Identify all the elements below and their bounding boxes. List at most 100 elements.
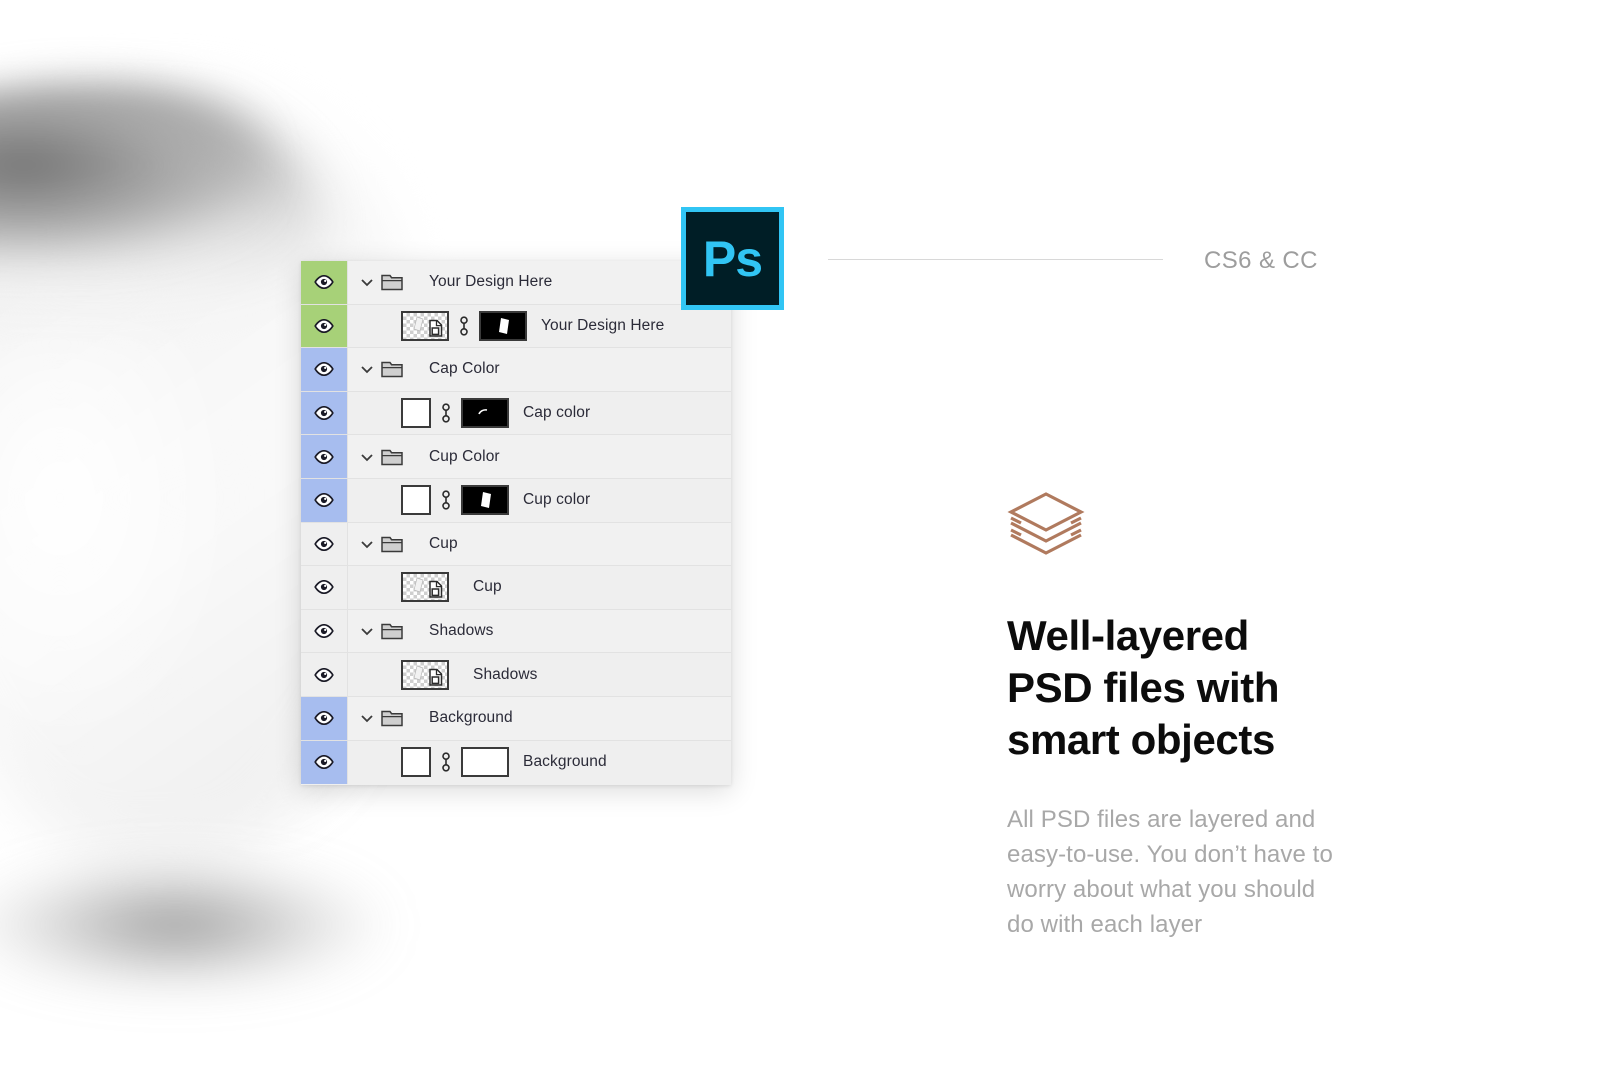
layer-name-label: Cup Color bbox=[429, 447, 500, 465]
layer-color-swatch[interactable] bbox=[401, 485, 431, 516]
layer-visibility-toggle[interactable] bbox=[301, 348, 348, 391]
smart-object-badge-icon bbox=[429, 668, 443, 686]
layer-row[interactable]: Shadows bbox=[301, 653, 731, 697]
layer-visibility-toggle[interactable] bbox=[301, 391, 348, 435]
eye-visibility-icon[interactable] bbox=[314, 493, 334, 508]
layer-mask-thumbnail[interactable] bbox=[461, 485, 509, 516]
layer-visibility-toggle[interactable] bbox=[301, 304, 348, 348]
layer-row[interactable]: Cup bbox=[301, 522, 731, 567]
link-mask-icon[interactable] bbox=[457, 315, 471, 337]
layer-row-content: Shadows bbox=[348, 610, 731, 653]
layer-row[interactable]: Background bbox=[301, 740, 731, 785]
mask-thumbnail-shape bbox=[499, 317, 509, 334]
layer-name-label: Shadows bbox=[429, 622, 494, 640]
folder-icon bbox=[381, 710, 403, 727]
layer-name-label: Cap color bbox=[523, 404, 591, 422]
folder-icon bbox=[381, 449, 403, 465]
link-mask-icon[interactable] bbox=[439, 489, 453, 511]
layer-thumbnail[interactable] bbox=[401, 310, 449, 341]
layer-name-label: Your Design Here bbox=[541, 316, 665, 334]
layer-row-content: Cup bbox=[348, 523, 731, 566]
layer-thumbnail[interactable] bbox=[401, 659, 449, 690]
layer-row[interactable]: Cap color bbox=[301, 391, 731, 436]
eye-visibility-icon[interactable] bbox=[314, 755, 334, 770]
layer-visibility-toggle[interactable] bbox=[301, 696, 348, 740]
layer-row-content: Your Design Here bbox=[348, 261, 731, 304]
mask-thumbnail-shape bbox=[481, 492, 491, 509]
eye-visibility-icon[interactable] bbox=[314, 275, 334, 290]
eye-visibility-icon[interactable] bbox=[314, 406, 334, 421]
eye-visibility-icon[interactable] bbox=[314, 667, 334, 682]
layer-row-content: Cup bbox=[348, 566, 731, 609]
photoshop-abbr-label: Ps bbox=[702, 230, 763, 287]
folder-icon bbox=[381, 623, 403, 640]
layer-name-label: Cup color bbox=[523, 491, 591, 509]
slide-canvas: Your Design Here Your Design Here Cap Co… bbox=[0, 0, 1600, 1067]
layer-name-label: Cup bbox=[473, 578, 502, 596]
layer-row-content: Cup Color bbox=[348, 435, 731, 478]
layers-stack-icon bbox=[1007, 492, 1085, 555]
cup-ground-shadow bbox=[0, 860, 390, 990]
layer-row[interactable]: Your Design Here bbox=[301, 304, 731, 349]
layer-visibility-toggle[interactable] bbox=[301, 566, 348, 609]
layer-row-content: Cup color bbox=[348, 479, 731, 522]
photoshop-icon: Ps bbox=[681, 207, 784, 310]
layer-row-content: Cap Color bbox=[348, 348, 731, 391]
cup-rim-inner-shadow bbox=[0, 105, 260, 255]
layer-visibility-toggle[interactable] bbox=[301, 740, 348, 785]
photoshop-layers-panel[interactable]: Your Design Here Your Design Here Cap Co… bbox=[301, 261, 731, 785]
chevron-down-icon[interactable] bbox=[359, 536, 375, 552]
folder-icon bbox=[381, 275, 403, 291]
layer-visibility-toggle[interactable] bbox=[301, 653, 348, 696]
layer-name-label: Shadows bbox=[473, 665, 538, 683]
layer-name-label: Your Design Here bbox=[429, 273, 553, 291]
chevron-down-icon[interactable] bbox=[359, 710, 375, 726]
eye-visibility-icon[interactable] bbox=[314, 580, 334, 595]
layer-name-label: Background bbox=[523, 753, 607, 771]
layer-mask-thumbnail[interactable] bbox=[479, 310, 527, 341]
layer-name-label: Cup bbox=[429, 534, 458, 552]
connector-line bbox=[828, 259, 1163, 260]
version-label: CS6 & CC bbox=[1204, 247, 1318, 274]
feature-block: Well-layered PSD files with smart object… bbox=[1007, 490, 1427, 942]
layer-row[interactable]: Background bbox=[301, 696, 731, 741]
layer-visibility-toggle[interactable] bbox=[301, 261, 348, 304]
smart-object-badge-icon bbox=[429, 319, 443, 337]
layer-row[interactable]: Cap Color bbox=[301, 348, 731, 392]
layer-mask-thumbnail[interactable] bbox=[461, 747, 509, 778]
page-title: Well-layered PSD files with smart object… bbox=[1007, 612, 1280, 763]
chevron-down-icon[interactable] bbox=[359, 449, 375, 465]
eye-visibility-icon[interactable] bbox=[314, 711, 334, 726]
layer-row-content: Shadows bbox=[348, 653, 731, 696]
cup-highlight bbox=[0, 330, 240, 750]
layer-mask-thumbnail[interactable] bbox=[461, 398, 509, 429]
layer-visibility-toggle[interactable] bbox=[301, 478, 348, 522]
layer-visibility-toggle[interactable] bbox=[301, 522, 348, 566]
layer-thumbnail[interactable] bbox=[401, 572, 449, 603]
eye-visibility-icon[interactable] bbox=[314, 362, 334, 377]
layer-row[interactable]: Cup bbox=[301, 566, 731, 610]
layer-color-swatch[interactable] bbox=[401, 398, 431, 429]
eye-visibility-icon[interactable] bbox=[314, 536, 334, 551]
chevron-down-icon[interactable] bbox=[359, 623, 375, 639]
layer-visibility-toggle[interactable] bbox=[301, 609, 348, 653]
layer-row[interactable]: Shadows bbox=[301, 609, 731, 654]
layer-color-swatch[interactable] bbox=[401, 747, 431, 778]
mask-thumbnail-shape bbox=[478, 409, 488, 415]
chevron-down-icon[interactable] bbox=[359, 361, 375, 377]
layer-row-content: Your Design Here bbox=[348, 305, 731, 348]
layer-row[interactable]: Your Design Here bbox=[301, 261, 731, 305]
feature-description: All PSD files are layered and easy-to-us… bbox=[1007, 806, 1333, 938]
chevron-down-icon[interactable] bbox=[359, 274, 375, 290]
layer-row-content: Cap color bbox=[348, 392, 731, 435]
eye-visibility-icon[interactable] bbox=[314, 449, 334, 464]
eye-visibility-icon[interactable] bbox=[314, 318, 334, 333]
eye-visibility-icon[interactable] bbox=[314, 624, 334, 639]
smart-object-badge-icon bbox=[429, 581, 443, 599]
link-mask-icon[interactable] bbox=[439, 402, 453, 424]
layer-row[interactable]: Cup Color bbox=[301, 435, 731, 479]
link-mask-icon[interactable] bbox=[439, 751, 453, 773]
layer-visibility-toggle[interactable] bbox=[301, 435, 348, 478]
layer-row[interactable]: Cup color bbox=[301, 478, 731, 523]
layer-row-content: Background bbox=[348, 697, 731, 740]
